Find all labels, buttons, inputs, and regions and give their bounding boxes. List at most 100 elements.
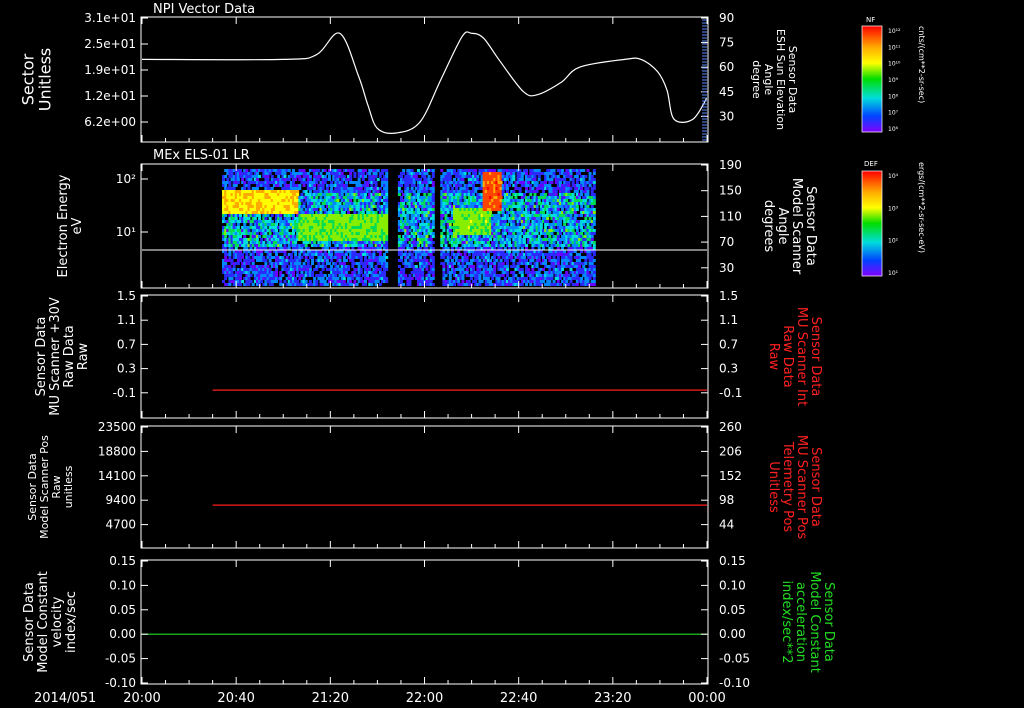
spectrogram-cell xyxy=(302,178,306,181)
spectrogram-cell xyxy=(385,241,389,244)
spectrogram-cell xyxy=(512,190,516,193)
spectrogram-cell xyxy=(224,214,228,217)
spectrogram-cell xyxy=(266,214,270,217)
spectrogram-cell xyxy=(268,217,272,220)
spectrogram-cell xyxy=(234,184,238,187)
spectrogram-cell xyxy=(372,202,376,205)
spectrogram-cell xyxy=(505,214,509,217)
spectrogram-cell xyxy=(340,193,344,196)
spectrogram-cell xyxy=(431,235,435,238)
spectrogram-cell xyxy=(222,280,226,283)
spectrogram-cell xyxy=(486,256,490,259)
spectrogram-cell xyxy=(408,250,412,253)
spectrogram-cell xyxy=(514,196,518,199)
spectrogram-cell xyxy=(402,268,406,271)
spectrogram-cell xyxy=(298,253,302,256)
spectrogram-cell xyxy=(238,274,242,277)
spectrogram-cell xyxy=(535,190,539,193)
spectrogram-cell xyxy=(334,262,338,265)
spectrogram-cell xyxy=(512,172,516,175)
spectrogram-cell xyxy=(440,169,444,172)
spectrogram-cell xyxy=(561,208,565,211)
spectrogram-cell xyxy=(527,268,531,271)
spectrogram-cell xyxy=(452,169,456,172)
spectrogram-cell xyxy=(499,259,503,262)
spectrogram-cell xyxy=(283,265,287,268)
spectrogram-cell xyxy=(385,214,389,217)
spectrogram-cell xyxy=(275,274,279,277)
spectrogram-cell xyxy=(425,235,429,238)
spectrogram-cell xyxy=(298,187,302,190)
spectrogram-cell xyxy=(525,187,529,190)
spectrogram-cell xyxy=(258,175,262,178)
spectrogram-cell xyxy=(230,172,234,175)
spectrogram xyxy=(222,169,596,286)
spectrogram-cell xyxy=(442,277,446,280)
spectrogram-cell xyxy=(340,181,344,184)
spectrogram-cell xyxy=(556,262,560,265)
spectrogram-cell xyxy=(294,250,298,253)
spectrogram-cell xyxy=(342,211,346,214)
spectrogram-cell xyxy=(315,172,319,175)
spectrogram-cell xyxy=(266,265,270,268)
spectrogram-cell xyxy=(539,226,543,229)
spectrogram-cell xyxy=(484,265,488,268)
spectrogram-cell xyxy=(385,175,389,178)
spectrogram-cell xyxy=(410,187,414,190)
spectrogram-cell xyxy=(247,250,251,253)
spectrogram-cell xyxy=(550,178,554,181)
spectrogram-cell xyxy=(270,187,274,190)
spectrogram-cell xyxy=(275,229,279,232)
spectrogram-cell xyxy=(431,232,435,235)
spectrogram-cell xyxy=(402,202,406,205)
spectrogram-cell xyxy=(359,187,363,190)
spectrogram-cell xyxy=(327,262,331,265)
spectrogram-cell xyxy=(535,181,539,184)
spectrogram-cell xyxy=(302,184,306,187)
spectrogram-cell xyxy=(548,268,552,271)
spectrogram-cell xyxy=(374,271,378,274)
spectrogram-cell xyxy=(302,277,306,280)
spectrogram-cell xyxy=(522,193,526,196)
spectrogram-cell xyxy=(370,262,374,265)
spectrogram-cell xyxy=(550,274,554,277)
spectrogram-cell xyxy=(427,220,431,223)
spectrogram-cell xyxy=(421,274,425,277)
spectrogram-cell xyxy=(463,196,467,199)
spectrogram-cell xyxy=(247,229,251,232)
spectrogram-cell xyxy=(448,178,452,181)
spectrogram-cell xyxy=(421,184,425,187)
spectrogram-cell xyxy=(319,250,323,253)
spectrogram-cell xyxy=(336,199,340,202)
spectrogram-cell xyxy=(291,271,295,274)
spectrogram-cell xyxy=(493,268,497,271)
spectrogram-cell xyxy=(344,181,348,184)
spectrogram-cell xyxy=(431,268,435,271)
spectrogram-cell xyxy=(455,256,459,259)
spectrogram-cell xyxy=(385,232,389,235)
spectrogram-cell xyxy=(469,241,473,244)
spectrogram-cell xyxy=(253,217,257,220)
spectrogram-cell xyxy=(357,178,361,181)
spectrogram-cell xyxy=(340,250,344,253)
spectrogram-cell xyxy=(446,253,450,256)
spectrogram-cell xyxy=(497,277,501,280)
spectrogram-cell xyxy=(385,208,389,211)
spectrogram-cell xyxy=(317,202,321,205)
spectrogram-cell xyxy=(238,214,242,217)
spectrogram-cell xyxy=(302,250,306,253)
spectrogram-cell xyxy=(431,259,435,262)
spectrogram-cell xyxy=(317,262,321,265)
spectrogram-cell xyxy=(539,250,543,253)
spectrogram-cell xyxy=(546,175,550,178)
spectrogram-cell xyxy=(383,259,387,262)
spectrogram-cell xyxy=(408,193,412,196)
spectrogram-cell xyxy=(558,241,562,244)
spectrogram-cell xyxy=(378,196,382,199)
spectrogram-cell xyxy=(446,235,450,238)
spectrogram-cell xyxy=(325,259,329,262)
spectrogram-cell xyxy=(385,268,389,271)
spectrogram-cell xyxy=(228,250,232,253)
spectrogram-cell xyxy=(495,259,499,262)
spectrogram-cell xyxy=(306,259,310,262)
